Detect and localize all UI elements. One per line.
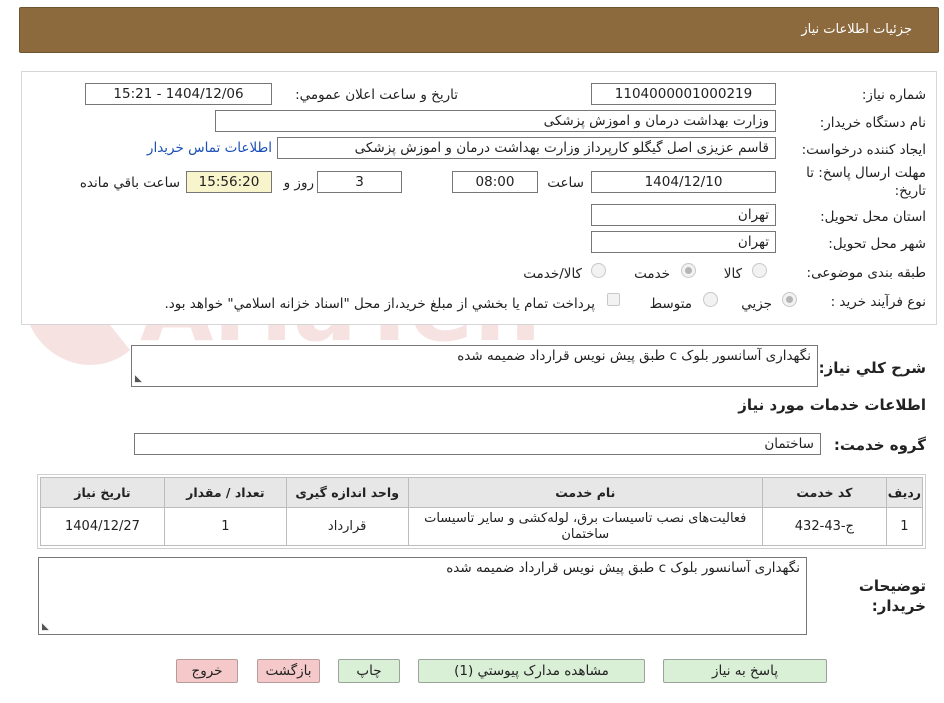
buyer-contact-link[interactable]: اطلاعات تماس خريدار: [147, 140, 272, 156]
process-medium-label: متوسط: [649, 296, 692, 312]
category-both-radio[interactable]: [591, 263, 606, 278]
resize-grip-icon[interactable]: ◢: [135, 374, 142, 384]
buyer-notes-label-2: خريدار:: [871, 597, 926, 615]
deadline-label-1: مهلت ارسال پاسخ: تا: [806, 165, 926, 181]
days-label: روز و: [283, 175, 314, 191]
service-group-field: ساختمان: [134, 433, 821, 455]
buyer-org-label: نام دستگاه خريدار:: [819, 115, 926, 131]
need-number-label: شماره نیاز:: [861, 87, 926, 103]
city-field: تهران: [591, 231, 776, 253]
category-goods-label: کالا: [723, 266, 742, 282]
summary-label: شرح كلي نياز:: [818, 359, 926, 377]
service-group-label: گروه خدمت:: [833, 436, 926, 454]
page-header: جزئیات اطلاعات نیاز: [19, 7, 939, 53]
services-table: رديف کد خدمت نام خدمت واحد اندازه گيری ت…: [40, 477, 924, 546]
category-both-label: کالا/خدمت: [523, 266, 582, 282]
exit-button[interactable]: خروج: [176, 659, 238, 683]
print-button[interactable]: چاپ: [338, 659, 400, 683]
category-service-radio[interactable]: [681, 263, 696, 278]
col-index-header: رديف: [885, 477, 924, 508]
requester-label: ايجاد كننده درخواست:: [801, 142, 926, 158]
deadline-time-label: ساعت: [547, 175, 584, 191]
deadline-label-2: تاريخ:: [894, 183, 926, 199]
treasury-payment-checkbox[interactable]: [607, 293, 620, 306]
row-qty: 1: [163, 507, 287, 546]
process-label: نوع فرآيند خريد :: [830, 294, 926, 310]
services-section-title: اطلاعات خدمات مورد نياز: [738, 396, 926, 414]
col-unit-header: واحد اندازه گيری: [285, 477, 409, 508]
resize-grip-icon[interactable]: ◢: [42, 622, 49, 632]
buyer-notes-label-1: توضيحات: [858, 577, 926, 595]
process-minor-label: جزيي: [741, 296, 772, 312]
category-label: طبقه بندی موضوعی:: [806, 265, 926, 281]
table-header-row: رديف کد خدمت نام خدمت واحد اندازه گيری ت…: [40, 477, 924, 508]
process-medium-radio[interactable]: [703, 292, 718, 307]
row-date: 1404/12/27: [40, 507, 165, 546]
col-name-header: نام خدمت: [407, 477, 763, 508]
row-code: ج-43-432: [761, 507, 887, 546]
col-code-header: کد خدمت: [761, 477, 887, 508]
page-title: جزئیات اطلاعات نیاز: [801, 22, 912, 37]
requester-field: قاسم عزیزی اصل گیگلو کارپرداز وزارت بهدا…: [277, 137, 776, 159]
row-index: 1: [885, 507, 924, 546]
services-table-container: رديف کد خدمت نام خدمت واحد اندازه گيری ت…: [37, 474, 926, 549]
summary-text: نگهداری آسانسور بلوک c طبق پیش نویس قرار…: [457, 348, 811, 364]
table-row: 1 ج-43-432 فعالیت‌های نصب تاسیسات برق، ل…: [40, 507, 924, 546]
summary-textarea: نگهداری آسانسور بلوک c طبق پیش نویس قرار…: [131, 345, 818, 387]
deadline-date-field: 1404/12/10: [591, 171, 776, 193]
time-remaining-label: ساعت باقي مانده: [79, 175, 180, 191]
row-unit: قرارداد: [285, 507, 409, 546]
category-goods-radio[interactable]: [752, 263, 767, 278]
buyer-org-field: وزارت بهداشت درمان و اموزش پزشکی: [215, 110, 776, 132]
row-name: فعالیت‌های نصب تاسیسات برق، لوله‌کشی و س…: [407, 507, 763, 546]
reply-button[interactable]: پاسخ به نياز: [663, 659, 827, 683]
city-label: شهر محل تحويل:: [828, 236, 926, 252]
province-field: تهران: [591, 204, 776, 226]
buyer-notes-textarea: نگهداری آسانسور بلوک c طبق پیش نویس قرار…: [38, 557, 807, 635]
process-minor-radio[interactable]: [782, 292, 797, 307]
announce-date-field: 1404/12/06 - 15:21: [85, 83, 272, 105]
treasury-payment-note: پرداخت تمام يا بخشي از مبلغ خريد،از محل …: [164, 296, 595, 312]
col-qty-header: تعداد / مقدار: [163, 477, 287, 508]
days-remaining-field: 3: [317, 171, 402, 193]
col-date-header: تاريخ نياز: [40, 477, 165, 508]
announce-date-label: تاریخ و ساعت اعلان عمومي:: [295, 87, 458, 103]
need-number-field: 1104000001000219: [591, 83, 776, 105]
view-attachments-button[interactable]: مشاهده مدارک پيوستي (1): [418, 659, 645, 683]
time-remaining-field: 15:56:20: [186, 171, 272, 193]
province-label: استان محل تحويل:: [820, 209, 926, 225]
deadline-time-field: 08:00: [452, 171, 538, 193]
buyer-notes-text: نگهداری آسانسور بلوک c طبق پیش نویس قرار…: [446, 560, 800, 576]
category-service-label: خدمت: [634, 266, 670, 282]
back-button[interactable]: بازگشت: [257, 659, 320, 683]
